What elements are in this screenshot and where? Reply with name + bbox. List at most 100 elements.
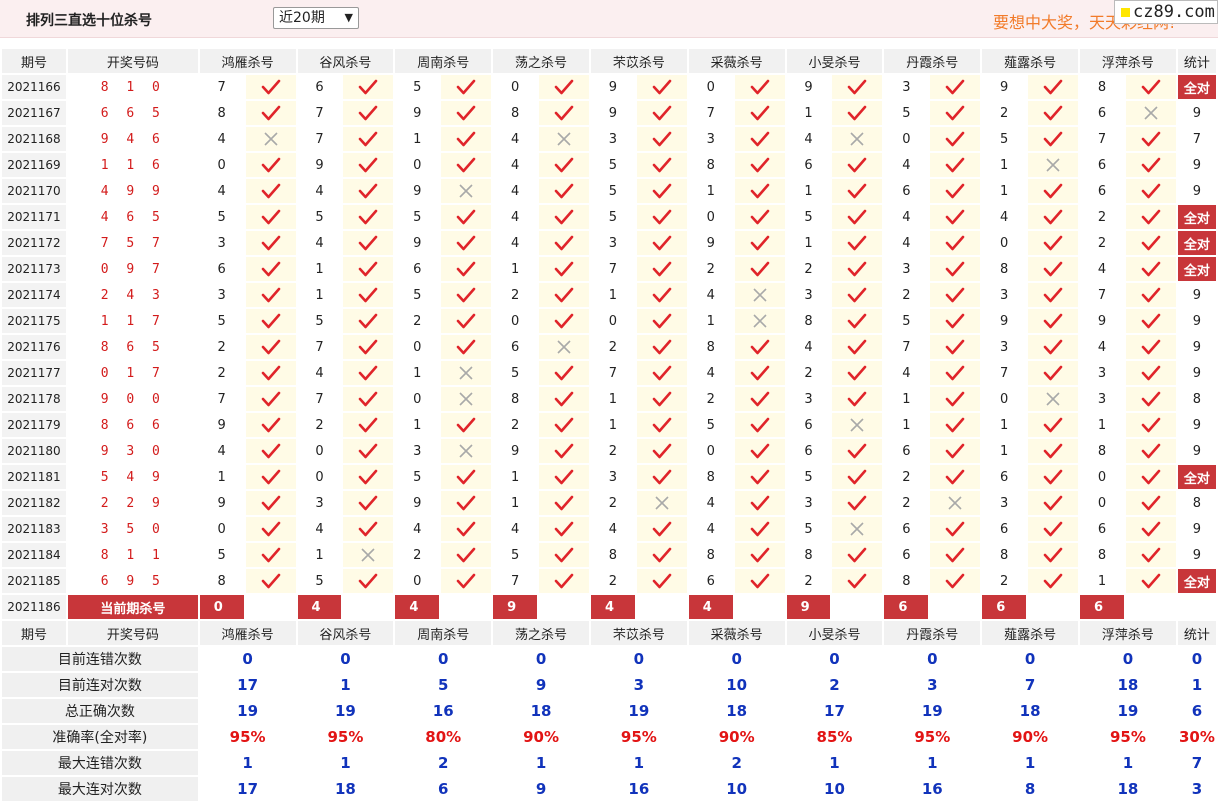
check-icon bbox=[539, 179, 589, 203]
kill-number-cell: 6 bbox=[982, 517, 1027, 541]
summary-value: 1 bbox=[199, 751, 296, 775]
check-icon bbox=[1125, 257, 1176, 281]
kill-number-cell: 4 bbox=[884, 361, 929, 385]
issue-cell: 2021169 bbox=[2, 153, 66, 177]
issue-cell: 2021180 bbox=[2, 439, 66, 463]
check-icon bbox=[343, 75, 394, 99]
summary-value: 0 bbox=[1080, 647, 1176, 671]
check-icon bbox=[245, 517, 296, 541]
check-icon bbox=[636, 387, 687, 411]
kill-number-cell: 4 bbox=[884, 231, 929, 255]
kill-number-cell: 4 bbox=[297, 361, 342, 385]
summary-value: 95% bbox=[590, 725, 687, 749]
kill-number-cell: 2 bbox=[395, 309, 440, 333]
check-icon bbox=[1125, 361, 1176, 385]
issue-cell: 2021181 bbox=[2, 465, 66, 489]
check-icon bbox=[539, 543, 589, 567]
check-icon bbox=[539, 153, 589, 177]
check-icon bbox=[1125, 75, 1176, 99]
summary-row: 准确率(全对率) 95% 95% 80% 90% 95% 90% 85% 95% 90% 95% 30… bbox=[2, 725, 1216, 749]
summary-value: 80% bbox=[395, 725, 492, 749]
check-icon bbox=[636, 231, 687, 255]
kill-number-cell: 7 bbox=[1080, 283, 1124, 307]
check-icon bbox=[245, 439, 296, 463]
check-icon bbox=[245, 179, 296, 203]
kill-number-cell: 0 bbox=[395, 335, 440, 359]
check-icon bbox=[245, 335, 296, 359]
check-icon bbox=[1125, 283, 1176, 307]
kill-number-cell: 5 bbox=[590, 179, 635, 203]
kill-number-cell: 7 bbox=[199, 75, 244, 99]
check-icon bbox=[930, 465, 981, 489]
check-icon bbox=[930, 283, 981, 307]
kill-number-cell: 3 bbox=[884, 75, 929, 99]
issue-cell: 2021173 bbox=[2, 257, 66, 281]
kill-number-cell: 6 bbox=[884, 179, 929, 203]
summary-value: 19 bbox=[199, 699, 296, 723]
check-icon bbox=[734, 335, 785, 359]
draw-number-cell: 8 6 5 bbox=[100, 339, 165, 355]
summary-value: 18 bbox=[1080, 777, 1176, 801]
summary-value: 0 bbox=[1177, 647, 1216, 671]
check-icon bbox=[343, 335, 394, 359]
check-icon bbox=[734, 465, 785, 489]
check-icon bbox=[245, 413, 296, 437]
kill-number-cell: 1 bbox=[493, 465, 538, 489]
cross-icon bbox=[441, 361, 492, 385]
check-icon bbox=[636, 569, 687, 593]
draw-number-cell: 3 5 0 bbox=[100, 521, 165, 537]
check-icon bbox=[832, 543, 883, 567]
check-icon bbox=[245, 101, 296, 125]
kill-number-cell: 8 bbox=[199, 569, 244, 593]
check-icon bbox=[636, 101, 687, 125]
kill-number-cell: 4 bbox=[982, 205, 1027, 229]
kill-number-cell: 4 bbox=[493, 127, 538, 151]
summary-value: 16 bbox=[884, 777, 981, 801]
summary-value: 0 bbox=[884, 647, 981, 671]
issue-cell: 2021177 bbox=[2, 361, 66, 385]
kill-number-cell: 6 bbox=[493, 335, 538, 359]
summary-value: 17 bbox=[199, 673, 296, 697]
summary-value: 10 bbox=[688, 777, 785, 801]
kill-number-cell: 1 bbox=[982, 413, 1027, 437]
summary-value: 9 bbox=[493, 777, 589, 801]
col-header-expert: 采薇杀号 bbox=[688, 621, 785, 645]
kill-number-cell: 2 bbox=[493, 283, 538, 307]
blank-cell bbox=[636, 595, 687, 619]
summary-label: 准确率(全对率) bbox=[2, 725, 198, 749]
summary-value: 95% bbox=[1080, 725, 1176, 749]
kill-number-cell: 5 bbox=[786, 205, 831, 229]
current-label: 当前期杀号 bbox=[67, 595, 198, 619]
check-icon bbox=[441, 127, 492, 151]
issue-cell: 2021166 bbox=[2, 75, 66, 99]
kill-number-cell: 0 bbox=[688, 439, 733, 463]
summary-value: 9 bbox=[493, 673, 589, 697]
summary-value: 0 bbox=[982, 647, 1078, 671]
kill-number-cell: 2 bbox=[982, 569, 1027, 593]
check-icon bbox=[539, 361, 589, 385]
check-icon bbox=[1028, 101, 1078, 125]
summary-value: 7 bbox=[1177, 751, 1216, 775]
kill-number-cell: 9 bbox=[395, 101, 440, 125]
table-row: 2021176 8 6 5 2 7 0 6 2 8 4 7 3 4 9 bbox=[2, 335, 1216, 359]
kill-number-cell: 1 bbox=[297, 543, 342, 567]
draw-number-cell: 0 1 7 bbox=[100, 365, 165, 381]
check-icon bbox=[343, 517, 394, 541]
page-title: 排列三直选十位杀号 bbox=[26, 13, 152, 29]
check-icon bbox=[832, 231, 883, 255]
issue-cell: 2021176 bbox=[2, 335, 66, 359]
kill-number-cell: 9 bbox=[199, 413, 244, 437]
check-icon bbox=[1125, 439, 1176, 463]
kill-number-cell: 4 bbox=[1080, 335, 1124, 359]
kill-number-cell: 2 bbox=[199, 335, 244, 359]
period-select[interactable]: 近20期 ▼ bbox=[273, 7, 359, 29]
site-logo[interactable]: cz89.com bbox=[1114, 0, 1218, 24]
kill-number-cell: 1 bbox=[199, 465, 244, 489]
check-icon bbox=[636, 205, 687, 229]
check-icon bbox=[832, 101, 883, 125]
kill-number-cell: 4 bbox=[493, 205, 538, 229]
kill-number-cell: 3 bbox=[590, 465, 635, 489]
kill-number-cell: 8 bbox=[884, 569, 929, 593]
table-row: 2021172 7 5 7 3 4 9 4 3 9 1 4 0 2 全对 bbox=[2, 231, 1216, 255]
table-row: 2021173 0 9 7 6 1 6 1 7 2 2 3 8 4 全对 bbox=[2, 257, 1216, 281]
